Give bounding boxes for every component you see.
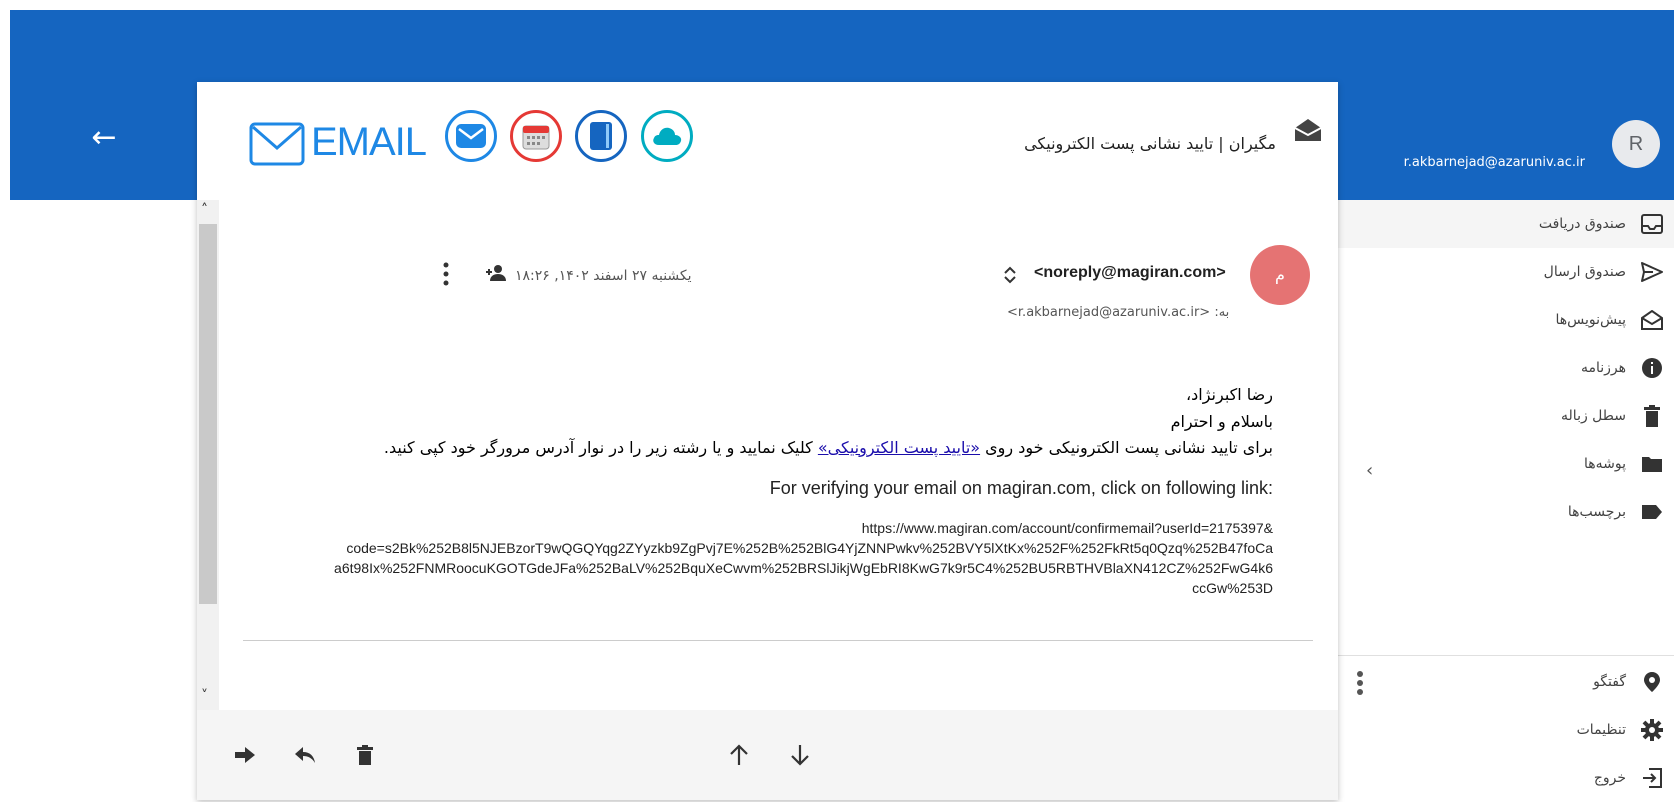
sidebar-item-logout[interactable]: خروج	[1336, 754, 1674, 802]
confirm-url-line: code=s2Bk%252B8l5NJEBzorT9wQGQYqg2ZYyzkb…	[346, 540, 1273, 556]
sidebar-item-chat[interactable]: گفتگو	[1336, 658, 1674, 706]
email-panel: EMAIL مگیران | تایید نشانی پست الکترونیک…	[197, 82, 1338, 800]
instruction-after: کلیک نمایید و یا رشته زیر را در نوار آدر…	[383, 438, 818, 457]
sidebar-item-label: پیش‌نویس‌ها	[1555, 312, 1627, 328]
sender-email[interactable]: <noreply@magiran.com>	[1034, 264, 1226, 282]
email-content[interactable]: ˄ ˅ م <noreply@magiran.com> به: <r.akbar…	[197, 200, 1338, 710]
inbox-icon	[1640, 212, 1664, 236]
next-email-button[interactable]	[786, 741, 814, 769]
sidebar-item-spam[interactable]: هرزنامه	[1336, 344, 1674, 392]
greeting-text: رضا اکبرنژاد،	[1185, 385, 1273, 404]
recipient-line: به: <r.akbarnejad@azaruniv.ac.ir>	[1007, 305, 1230, 320]
sidebar-item-folders[interactable]: پوشه‌ها	[1336, 440, 1674, 488]
sidebar-item-labels[interactable]: برچسب‌ها	[1336, 488, 1674, 536]
back-arrow-icon[interactable]: ←	[88, 122, 120, 154]
confirm-url-line: https://www.magiran.com/account/confirme…	[861, 520, 1273, 536]
instruction-text: برای تایید نشانی پست الکترونیکی خود روی …	[384, 438, 1273, 457]
logout-icon	[1640, 766, 1664, 790]
sidebar-item-label: گفتگو	[1593, 674, 1626, 690]
scroll-up-icon[interactable]: ˄	[201, 202, 208, 218]
salutation-text: باسلام و احترام	[1170, 412, 1273, 431]
sidebar-item-label: صندوق دریافت	[1538, 216, 1626, 232]
cloud-app-icon[interactable]	[641, 110, 693, 162]
previous-email-button[interactable]	[725, 741, 753, 769]
sidebar-item-label: خروج	[1593, 770, 1626, 786]
sidebar-item-inbox[interactable]: صندوق دریافت	[1336, 200, 1674, 248]
email-subject: مگیران | تایید نشانی پست الکترونیکی	[1024, 134, 1276, 153]
scroll-down-icon[interactable]: ˅	[201, 688, 208, 704]
scrollbar-thumb[interactable]	[199, 224, 217, 604]
info-icon	[1640, 356, 1664, 380]
scrollbar[interactable]: ˄ ˅	[197, 200, 219, 710]
email-date: یکشنبه ۲۷ اسفند ۱۴۰۲, ۱۸:۲۶	[515, 268, 692, 284]
english-instruction: For verifying your email on magiran.com,…	[769, 478, 1273, 498]
sender-avatar: م	[1250, 245, 1310, 305]
email-logo-icon	[249, 122, 305, 166]
more-options-icon[interactable]	[443, 262, 449, 286]
sidebar-item-trash[interactable]: سطل زباله	[1336, 392, 1674, 440]
open-mail-icon	[1294, 119, 1322, 141]
sidebar-item-label: پوشه‌ها	[1583, 456, 1626, 472]
sidebar-item-drafts[interactable]: پیش‌نویس‌ها	[1336, 296, 1674, 344]
label-icon	[1640, 500, 1664, 524]
sidebar-item-sent[interactable]: صندوق ارسال	[1336, 248, 1674, 296]
user-avatar[interactable]: R	[1612, 120, 1660, 168]
gear-icon	[1640, 718, 1664, 742]
user-email: r.akbarnejad@azaruniv.ac.ir	[1403, 155, 1585, 170]
reply-button[interactable]	[291, 741, 319, 769]
email-header: EMAIL مگیران | تایید نشانی پست الکترونیک…	[197, 82, 1338, 200]
confirm-url-line: a6t98Ix%252FNMRoocuKGOTGdeJFa%252BaLV%25…	[334, 560, 1273, 576]
sidebar-item-label: سطل زباله	[1561, 408, 1626, 424]
mail-app-icon[interactable]	[445, 110, 497, 162]
folder-icon	[1640, 452, 1664, 476]
trash-icon	[1640, 404, 1664, 428]
more-vert-icon[interactable]	[1356, 670, 1364, 696]
arrow-up-icon	[730, 744, 748, 765]
sidebar-item-label: هرزنامه	[1580, 360, 1626, 376]
calendar-app-icon[interactable]	[510, 110, 562, 162]
sidebar-item-label: برچسب‌ها	[1567, 504, 1626, 520]
trash-icon	[357, 745, 373, 765]
sidebar-item-settings[interactable]: تنظیمات	[1336, 706, 1674, 754]
unfold-icon[interactable]	[1003, 266, 1017, 284]
forward-icon	[235, 747, 255, 763]
sidebar: صندوق دریافت صندوق ارسال پیش‌نویس‌ها هرز…	[1336, 200, 1674, 800]
sidebar-divider	[1336, 655, 1674, 656]
email-logo-text: EMAIL	[311, 120, 427, 164]
drafts-icon	[1640, 308, 1664, 332]
delete-button[interactable]	[351, 741, 379, 769]
content-divider	[243, 640, 1313, 641]
forward-button[interactable]	[231, 741, 259, 769]
verify-email-link[interactable]: «تایید پست الکترونیکی»	[818, 438, 980, 457]
arrow-down-icon	[791, 745, 809, 766]
reply-icon	[295, 747, 315, 763]
location-icon	[1640, 670, 1664, 694]
contacts-book-icon[interactable]	[575, 110, 627, 162]
collapse-chevron-icon[interactable]: ‹	[1366, 460, 1373, 481]
sidebar-item-label: صندوق ارسال	[1543, 264, 1626, 280]
email-action-bar	[197, 710, 1338, 800]
send-icon	[1640, 260, 1664, 284]
sidebar-item-label: تنظیمات	[1576, 722, 1626, 738]
add-contact-icon[interactable]	[485, 264, 507, 282]
confirm-url-line: ccGw%253D	[1192, 580, 1273, 596]
instruction-before: برای تایید نشانی پست الکترونیکی خود روی	[980, 438, 1273, 457]
